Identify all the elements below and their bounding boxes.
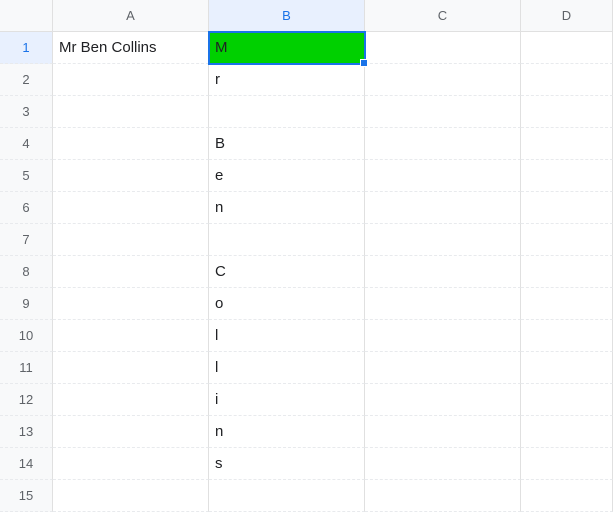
cell-A2[interactable] <box>53 64 209 96</box>
cell-B7[interactable] <box>209 224 365 256</box>
cell-A12[interactable] <box>53 384 209 416</box>
cell-D7[interactable] <box>521 224 613 256</box>
row-header-4[interactable]: 4 <box>0 128 53 160</box>
cell-A14[interactable] <box>53 448 209 480</box>
cell-A6[interactable] <box>53 192 209 224</box>
cell-D14[interactable] <box>521 448 613 480</box>
row-header-10[interactable]: 10 <box>0 320 53 352</box>
row-header-8[interactable]: 8 <box>0 256 53 288</box>
cell-A4[interactable] <box>53 128 209 160</box>
row-header-11[interactable]: 11 <box>0 352 53 384</box>
cell-C9[interactable] <box>365 288 521 320</box>
cell-B4[interactable]: B <box>209 128 365 160</box>
cell-C1[interactable] <box>365 32 521 64</box>
cell-B2[interactable]: r <box>209 64 365 96</box>
cell-B8[interactable]: C <box>209 256 365 288</box>
cell-D12[interactable] <box>521 384 613 416</box>
cell-B9[interactable]: o <box>209 288 365 320</box>
row-header-9[interactable]: 9 <box>0 288 53 320</box>
cell-A8[interactable] <box>53 256 209 288</box>
cell-D15[interactable] <box>521 480 613 512</box>
corner-select-all[interactable] <box>0 0 53 32</box>
cell-B1[interactable]: M <box>209 32 365 64</box>
cell-C10[interactable] <box>365 320 521 352</box>
cell-B12[interactable]: i <box>209 384 365 416</box>
cell-D8[interactable] <box>521 256 613 288</box>
cell-D9[interactable] <box>521 288 613 320</box>
cell-C2[interactable] <box>365 64 521 96</box>
cell-C3[interactable] <box>365 96 521 128</box>
row-header-13[interactable]: 13 <box>0 416 53 448</box>
cell-C5[interactable] <box>365 160 521 192</box>
cell-A3[interactable] <box>53 96 209 128</box>
cell-B10[interactable]: l <box>209 320 365 352</box>
cell-C14[interactable] <box>365 448 521 480</box>
cell-D4[interactable] <box>521 128 613 160</box>
cell-D3[interactable] <box>521 96 613 128</box>
row-header-1[interactable]: 1 <box>0 32 53 64</box>
row-header-6[interactable]: 6 <box>0 192 53 224</box>
col-header-A[interactable]: A <box>53 0 209 32</box>
cell-C4[interactable] <box>365 128 521 160</box>
cell-D1[interactable] <box>521 32 613 64</box>
cell-D13[interactable] <box>521 416 613 448</box>
cell-D11[interactable] <box>521 352 613 384</box>
cell-B5[interactable]: e <box>209 160 365 192</box>
cell-C8[interactable] <box>365 256 521 288</box>
row-header-12[interactable]: 12 <box>0 384 53 416</box>
cell-C15[interactable] <box>365 480 521 512</box>
cell-A9[interactable] <box>53 288 209 320</box>
row-header-15[interactable]: 15 <box>0 480 53 512</box>
cell-B13[interactable]: n <box>209 416 365 448</box>
cell-A13[interactable] <box>53 416 209 448</box>
row-header-5[interactable]: 5 <box>0 160 53 192</box>
cell-A7[interactable] <box>53 224 209 256</box>
row-header-3[interactable]: 3 <box>0 96 53 128</box>
col-header-C[interactable]: C <box>365 0 521 32</box>
cell-A1[interactable]: Mr Ben Collins <box>53 32 209 64</box>
cell-value: M <box>215 39 228 56</box>
cell-C11[interactable] <box>365 352 521 384</box>
cell-C12[interactable] <box>365 384 521 416</box>
col-header-B[interactable]: B <box>209 0 365 32</box>
row-header-14[interactable]: 14 <box>0 448 53 480</box>
cell-C7[interactable] <box>365 224 521 256</box>
col-header-D[interactable]: D <box>521 0 613 32</box>
row-header-7[interactable]: 7 <box>0 224 53 256</box>
fill-handle[interactable] <box>360 59 368 67</box>
cell-B3[interactable] <box>209 96 365 128</box>
cell-A10[interactable] <box>53 320 209 352</box>
row-header-2[interactable]: 2 <box>0 64 53 96</box>
cell-A5[interactable] <box>53 160 209 192</box>
cell-D2[interactable] <box>521 64 613 96</box>
cell-B15[interactable] <box>209 480 365 512</box>
cell-B11[interactable]: l <box>209 352 365 384</box>
cell-D6[interactable] <box>521 192 613 224</box>
cell-D10[interactable] <box>521 320 613 352</box>
cell-B14[interactable]: s <box>209 448 365 480</box>
cell-A15[interactable] <box>53 480 209 512</box>
cell-A11[interactable] <box>53 352 209 384</box>
spreadsheet-grid: A B C D 1 Mr Ben Collins M 2 r 3 4 B 5 e… <box>0 0 613 512</box>
cell-D5[interactable] <box>521 160 613 192</box>
cell-C13[interactable] <box>365 416 521 448</box>
cell-B6[interactable]: n <box>209 192 365 224</box>
cell-C6[interactable] <box>365 192 521 224</box>
